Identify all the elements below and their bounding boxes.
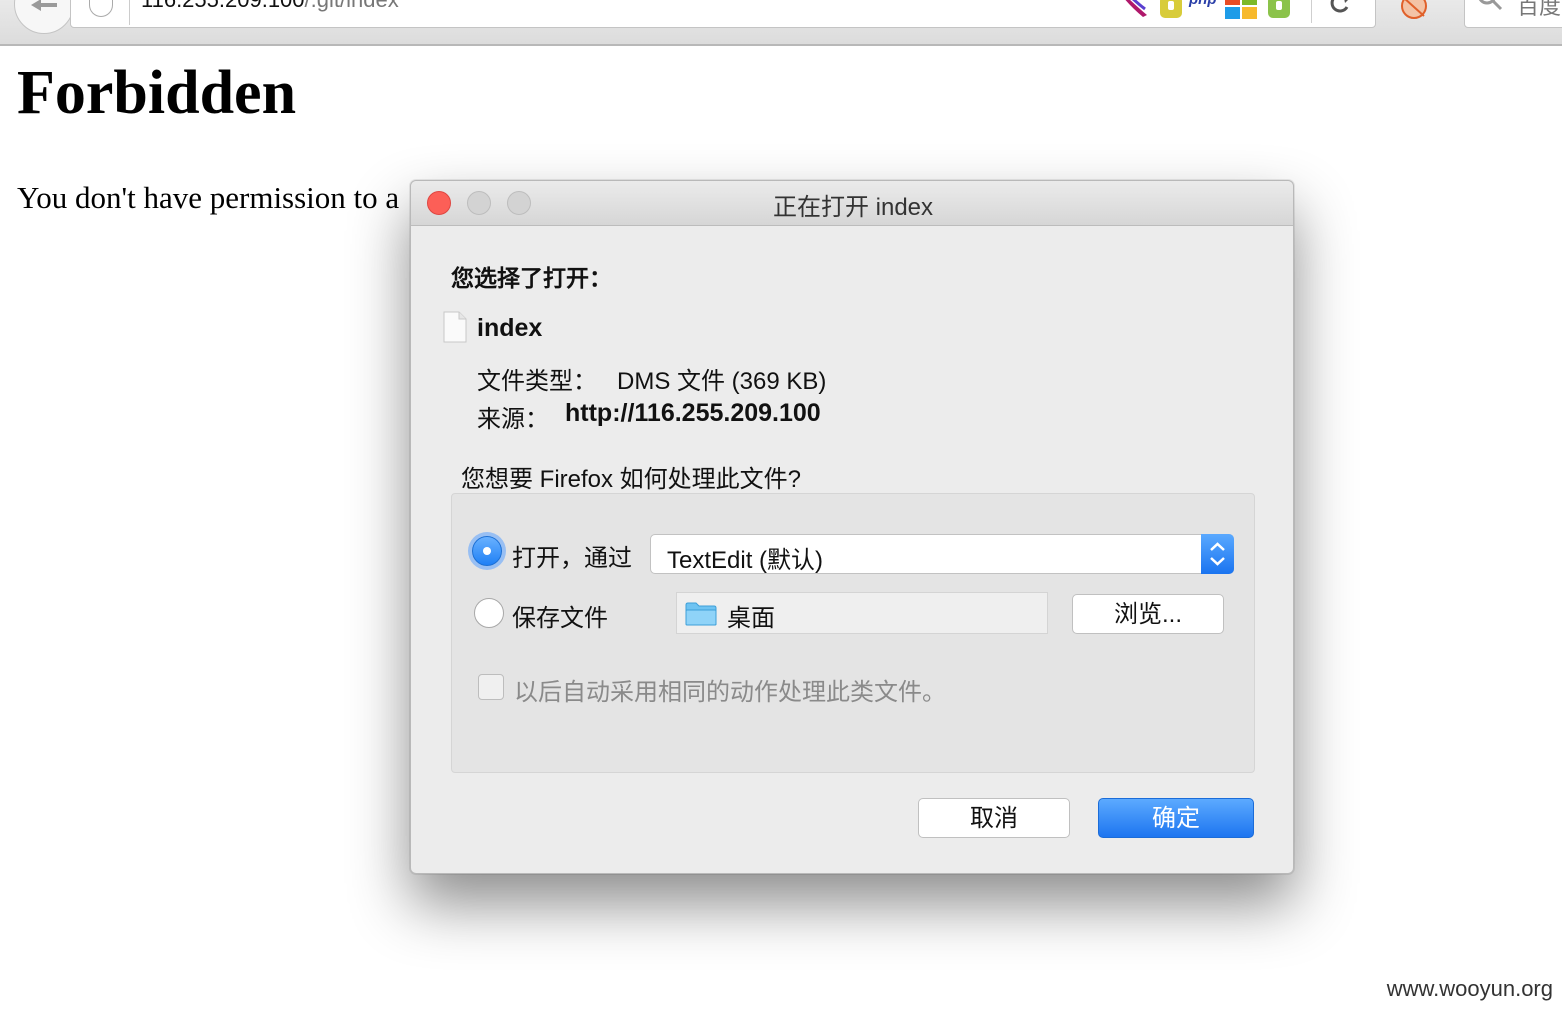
download-dialog: 正在打开 index 您选择了打开： index 文件类型： DMS 文件 (3… bbox=[410, 180, 1294, 874]
search-bar[interactable]: 百度 bbox=[1464, 0, 1562, 28]
ok-button[interactable]: 确定 bbox=[1098, 798, 1254, 838]
url-path: /.git/index bbox=[305, 0, 399, 12]
handling-question: 您想要 Firefox 如何处理此文件? bbox=[461, 466, 802, 493]
save-file-radio[interactable] bbox=[474, 598, 504, 628]
browser-toolbar: 116.255.209.100/.git/index php bbox=[0, 0, 1562, 46]
save-file-label[interactable]: 保存文件 bbox=[512, 598, 608, 633]
page-title: Forbidden bbox=[17, 59, 297, 127]
blocked-extension-icon[interactable] bbox=[1398, 0, 1430, 22]
lock-extension-icon[interactable] bbox=[1159, 0, 1183, 19]
file-name: index bbox=[477, 314, 543, 342]
browse-button[interactable]: 浏览... bbox=[1072, 594, 1224, 634]
file-type-label: 文件类型： bbox=[477, 368, 597, 395]
page-message: You don't have permission to a bbox=[17, 180, 400, 215]
file-type-value: DMS 文件 (369 KB) bbox=[617, 368, 827, 395]
back-button[interactable] bbox=[14, 0, 74, 34]
open-with-app-select[interactable]: TextEdit (默认) bbox=[650, 534, 1234, 574]
url-text[interactable]: 116.255.209.100/.git/index bbox=[141, 0, 399, 13]
chosen-to-open-label: 您选择了打开： bbox=[451, 265, 612, 291]
select-arrows-icon bbox=[1201, 534, 1234, 574]
source-value: http://116.255.209.100 bbox=[565, 399, 821, 427]
dialog-titlebar: 正在打开 index bbox=[411, 181, 1293, 226]
toolbar-divider bbox=[1311, 0, 1312, 23]
url-divider bbox=[129, 0, 130, 25]
save-folder-name: 桌面 bbox=[727, 605, 775, 632]
url-host: 116.255.209.100 bbox=[141, 0, 305, 12]
selected-app: TextEdit (默认) bbox=[667, 547, 824, 574]
open-with-radio[interactable] bbox=[472, 536, 502, 566]
php-extension-icon[interactable]: php bbox=[1189, 0, 1217, 8]
url-bar[interactable]: 116.255.209.100/.git/index php bbox=[70, 0, 1376, 28]
watermark: www.wooyun.org bbox=[1386, 976, 1553, 1001]
open-with-label[interactable]: 打开，通过 bbox=[512, 538, 632, 573]
search-icon bbox=[1478, 0, 1503, 11]
handling-options-panel: 打开，通过 TextEdit (默认) 保存文件 桌面 浏览... 以后自动采用… bbox=[451, 493, 1255, 773]
dialog-title: 正在打开 index bbox=[772, 194, 934, 221]
remember-action-checkbox[interactable] bbox=[478, 674, 504, 700]
search-placeholder: 百度 bbox=[1517, 0, 1562, 19]
back-arrow-icon bbox=[31, 0, 57, 11]
windows-extension-icon[interactable] bbox=[1225, 0, 1257, 19]
shield-extension-icon[interactable] bbox=[1267, 0, 1291, 19]
reload-icon[interactable] bbox=[1327, 0, 1353, 15]
source-label: 来源： bbox=[477, 406, 549, 433]
info-icon[interactable] bbox=[89, 0, 113, 17]
save-folder-field: 桌面 bbox=[676, 592, 1048, 634]
document-icon bbox=[443, 311, 467, 343]
cancel-button[interactable]: 取消 bbox=[918, 798, 1070, 838]
folder-icon bbox=[685, 602, 717, 626]
feather-extension-icon[interactable] bbox=[1121, 0, 1151, 17]
remember-action-label[interactable]: 以后自动采用相同的动作处理此类文件。 bbox=[514, 672, 946, 707]
